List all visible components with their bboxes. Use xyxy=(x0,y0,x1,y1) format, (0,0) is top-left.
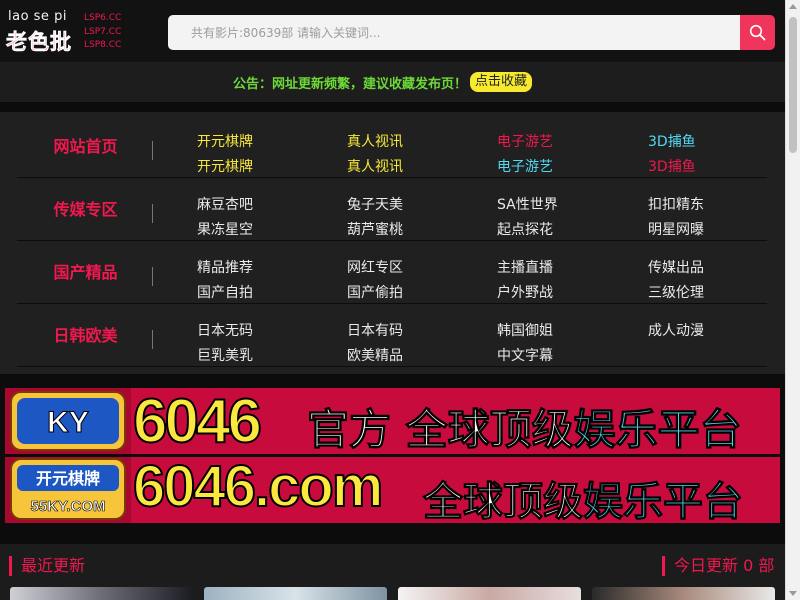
category-nav: 网站首页 开元棋牌 真人视讯 电子游艺 3D捕鱼 开元棋牌 真人视讯 电子游艺 3D捕鱼 传媒专区… xyxy=(0,112,785,374)
nav-link[interactable]: 明星网曝 xyxy=(648,219,704,239)
search-icon xyxy=(749,24,766,41)
nav-link[interactable]: 成人动漫 xyxy=(648,320,704,340)
vertical-scrollbar[interactable] xyxy=(785,0,800,600)
banner-domain: 6046.com xyxy=(132,457,384,520)
nav-link[interactable]: 兔子天美 xyxy=(347,194,403,214)
scroll-down-arrow-icon[interactable] xyxy=(789,591,797,596)
svg-text:KY: KY xyxy=(47,406,89,439)
domain-list: LSP6.CC LSP7.CC LSP8.CC xyxy=(84,12,121,53)
nav-link[interactable]: 3D捕鱼 xyxy=(648,156,696,176)
video-thumbnail[interactable] xyxy=(592,587,775,600)
nav-link[interactable]: 真人视讯 xyxy=(347,131,403,151)
nav-link[interactable]: 起点探花 xyxy=(497,219,553,239)
ad-banner[interactable]: 开元棋牌 55KY.COM 6046.com 全球顶级娱乐平台 xyxy=(5,457,780,523)
nav-category-title[interactable]: 日韩欧美 xyxy=(17,304,154,367)
nav-link[interactable]: 电子游艺 xyxy=(497,156,553,176)
logo-text-en: lao se pi xyxy=(8,9,67,24)
nav-link[interactable]: 巨乳美乳 xyxy=(197,345,253,365)
nav-row: 网站首页 开元棋牌 真人视讯 电子游艺 3D捕鱼 开元棋牌 真人视讯 电子游艺 3D捕鱼 xyxy=(17,115,767,178)
site-logo[interactable]: lao se pi 老色批 xyxy=(6,8,84,54)
video-thumbnail[interactable] xyxy=(204,587,387,600)
notice-text: 公告：网址更新频繁，建议收藏发布页！ xyxy=(233,76,468,92)
notice-bar: 公告：网址更新频繁，建议收藏发布页！ 点击收藏 xyxy=(0,62,785,102)
scrollbar-thumb[interactable] xyxy=(789,17,797,153)
bookmark-button[interactable]: 点击收藏 xyxy=(470,72,533,92)
nav-link[interactable]: 麻豆杏吧 xyxy=(197,194,253,214)
nav-separator xyxy=(152,141,153,160)
domain-item: LSP8.CC xyxy=(84,40,122,50)
logo-text-cn: 老色批 xyxy=(6,29,72,55)
nav-link[interactable]: 日本有码 xyxy=(347,320,403,340)
domain-item: LSP6.CC xyxy=(84,13,122,23)
header: lao se pi 老色批 LSP6.CC LSP7.CC LSP8.CC xyxy=(0,0,785,62)
nav-link[interactable]: 电子游艺 xyxy=(497,131,553,151)
nav-separator xyxy=(152,267,153,286)
nav-category-title[interactable]: 国产精品 xyxy=(17,241,154,304)
nav-link[interactable]: 开元棋牌 xyxy=(197,156,253,176)
nav-link[interactable]: 开元棋牌 xyxy=(197,131,253,151)
video-thumbnail[interactable] xyxy=(10,587,193,600)
kaiyuan-logo-badge: 开元棋牌 55KY.COM xyxy=(5,457,131,523)
video-thumbnail[interactable] xyxy=(398,587,581,600)
search-box xyxy=(168,15,740,50)
nav-link[interactable]: 欧美精品 xyxy=(347,345,403,365)
nav-link[interactable]: 真人视讯 xyxy=(347,156,403,176)
nav-link[interactable]: 扣扣精东 xyxy=(648,194,704,214)
nav-link[interactable]: 三级伦理 xyxy=(648,282,704,302)
nav-link[interactable]: 3D捕鱼 xyxy=(648,131,696,151)
banner-number: 6046 xyxy=(132,388,263,454)
nav-link[interactable]: 中文字幕 xyxy=(497,345,553,365)
nav-link[interactable]: 精品推荐 xyxy=(197,257,253,277)
ad-banner[interactable]: KY 6046 官方 全球顶级娱乐平台 xyxy=(5,388,780,454)
nav-row: 日韩欧美 日本无码 日本有码 韩国御姐 成人动漫巨乳美乳 欧美精品 中文字幕 xyxy=(17,304,767,367)
banner-slogan: 全球顶级娱乐平台 xyxy=(423,479,744,524)
search-input[interactable] xyxy=(168,15,740,50)
svg-text:开元棋牌: 开元棋牌 xyxy=(36,469,100,488)
nav-link[interactable]: SA性世界 xyxy=(497,194,558,214)
nav-link[interactable]: 国产自拍 xyxy=(197,282,253,302)
search-button[interactable] xyxy=(740,15,775,50)
domain-item: LSP7.CC xyxy=(84,26,122,37)
banner-slogan: 官方 全球顶级娱乐平台 xyxy=(307,405,743,455)
nav-separator xyxy=(152,204,153,223)
nav-link[interactable]: 户外野战 xyxy=(497,282,553,302)
nav-link[interactable]: 葫芦蜜桃 xyxy=(347,219,403,239)
nav-link[interactable]: 日本无码 xyxy=(197,320,253,340)
nav-row: 传媒专区 麻豆杏吧 兔子天美 SA性世界 扣扣精东果冻星空 葫芦蜜桃 起点探花 明星网曝 xyxy=(17,178,767,241)
nav-link[interactable]: 国产偷拍 xyxy=(347,282,403,302)
nav-row: 国产精品 精品推荐 网红专区 主播直播 传媒出品国产自拍 国产偷拍 户外野战 三级伦理 xyxy=(17,241,767,304)
nav-category-title[interactable]: 网站首页 xyxy=(17,115,154,178)
today-updates-count: 今日更新 0 部 xyxy=(662,556,774,576)
scroll-up-arrow-icon[interactable] xyxy=(789,4,797,9)
nav-link[interactable]: 主播直播 xyxy=(497,257,553,277)
nav-link[interactable]: 传媒出品 xyxy=(648,257,704,277)
ky-logo-badge: KY xyxy=(5,388,131,454)
nav-separator xyxy=(152,330,153,349)
svg-text:55KY.COM: 55KY.COM xyxy=(30,498,105,515)
nav-category-title[interactable]: 传媒专区 xyxy=(17,178,154,241)
nav-link[interactable]: 果冻星空 xyxy=(197,219,253,239)
nav-link[interactable]: 韩国御姐 xyxy=(497,320,553,340)
page: lao se pi 老色批 LSP6.CC LSP7.CC LSP8.CC 公告… xyxy=(0,0,785,600)
nav-link[interactable]: 网红专区 xyxy=(347,257,403,277)
latest-updates-title: 最近更新 xyxy=(9,556,85,576)
